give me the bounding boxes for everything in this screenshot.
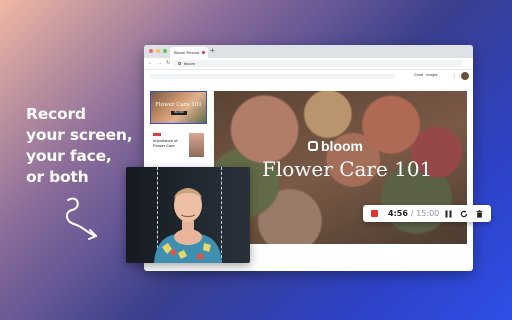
gmail-link[interactable]: Gmail	[414, 73, 423, 77]
slide-2-tag	[153, 133, 161, 136]
address-row: ← → ↻ bloom	[144, 58, 473, 70]
brand-logo: bloom	[308, 138, 363, 154]
slide-thumbnail-2[interactable]: Importance of Flower Care	[150, 133, 207, 161]
headline-line-3: your face,	[26, 147, 112, 165]
slide-2-text: Importance of Flower Care	[153, 138, 178, 148]
lock-icon	[178, 62, 181, 65]
time-limit: 15:00	[416, 209, 440, 218]
back-icon[interactable]: ←	[148, 60, 153, 66]
recording-controls: 4:56 / 15:00	[363, 205, 491, 222]
trash-icon[interactable]	[476, 205, 483, 223]
recording-timer: 4:56 / 15:00	[388, 209, 439, 218]
stop-square-icon[interactable]	[371, 210, 378, 217]
hero-title: Flower Care 101	[262, 157, 433, 181]
search-input[interactable]	[150, 74, 395, 79]
avatar[interactable]	[461, 72, 469, 80]
google-links: Gmail Images	[414, 73, 438, 77]
close-dot-icon[interactable]	[149, 49, 153, 53]
forward-icon[interactable]: →	[157, 60, 162, 66]
reload-icon[interactable]: ↻	[166, 60, 170, 66]
webcam-bubble[interactable]	[126, 167, 250, 263]
minimize-dot-icon[interactable]	[156, 49, 160, 53]
window-controls[interactable]	[149, 49, 167, 53]
headline-line-2: your screen,	[26, 126, 133, 144]
tab-bar: Bloom Record +	[144, 45, 473, 58]
address-bar[interactable]: bloom	[174, 60, 462, 67]
timer-separator: /	[410, 209, 414, 218]
tab-title: Bloom Record	[174, 50, 200, 55]
slide-1-title: Flower Care 101	[155, 102, 202, 108]
headline: Record your screen, your face, or both	[26, 104, 133, 188]
pause-icon[interactable]	[445, 205, 452, 223]
headline-line-1: Record	[26, 105, 86, 123]
bloom-logo-icon	[308, 141, 318, 151]
maximize-dot-icon[interactable]	[163, 49, 167, 53]
headline-line-4: or both	[26, 168, 89, 186]
person-image	[154, 188, 222, 263]
tab-active[interactable]: Bloom Record	[170, 47, 208, 58]
nav-icons: ← → ↻	[148, 60, 170, 66]
apps-grid-icon[interactable]: ⋮⋮	[452, 74, 462, 79]
search-row: Gmail Images ⋮⋮	[150, 72, 469, 81]
brand-name: bloom	[321, 138, 363, 154]
recording-dot-icon	[202, 51, 206, 54]
slide-2-image	[189, 133, 204, 157]
restart-icon[interactable]	[460, 205, 468, 223]
slide-1-badge: BLOOM	[171, 111, 187, 115]
slide-thumbnail-1[interactable]: Flower Care 101 BLOOM	[150, 91, 207, 124]
new-tab-icon[interactable]: +	[210, 46, 215, 55]
url-text: bloom	[184, 61, 195, 66]
images-link[interactable]: Images	[426, 73, 437, 77]
curly-arrow-icon	[66, 197, 97, 240]
elapsed-time: 4:56	[388, 209, 408, 218]
